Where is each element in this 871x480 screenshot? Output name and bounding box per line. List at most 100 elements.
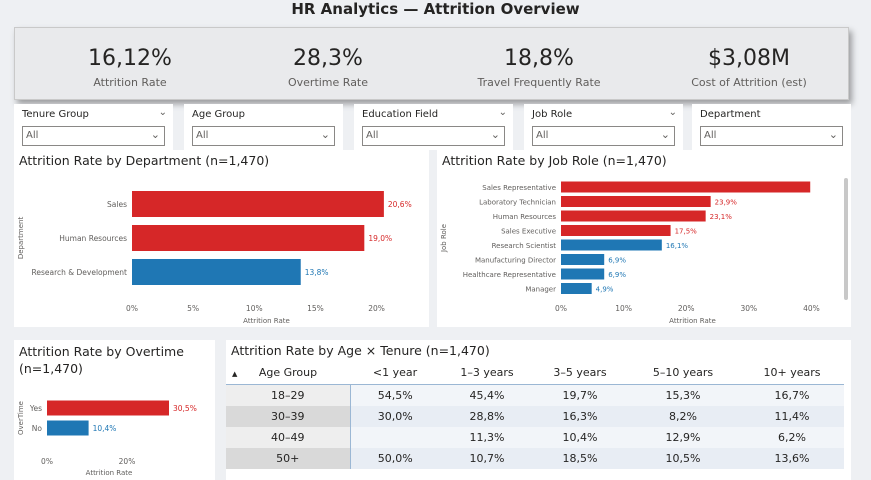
kpi-card: 16,12% Attrition Rate 28,3% Overtime Rat… (14, 27, 849, 100)
x-axis-label: Attrition Rate (86, 469, 133, 477)
chevron-down-icon[interactable]: ⌄ (491, 128, 500, 141)
slicer-value: All (196, 130, 209, 141)
category-label: Healthcare Representative (463, 271, 556, 279)
matrix-column-header[interactable]: 1–3 years (440, 360, 534, 385)
matrix-title: Attrition Rate by Age × Tenure (n=1,470) (231, 343, 490, 358)
sort-ascending-icon[interactable]: ▲ (232, 370, 237, 378)
chevron-down-icon[interactable]: ⌄ (661, 128, 670, 141)
category-label: Human Resources (59, 234, 127, 243)
matrix-header-row: ▲ Age Group <1 year 1–3 years 3–5 years … (226, 360, 844, 385)
bar (561, 239, 662, 251)
category-label: No (32, 424, 43, 433)
chevron-down-icon[interactable]: ⌄ (159, 107, 167, 118)
kpi-label: Cost of Attrition (est) (691, 76, 807, 89)
matrix-cell: 54,5% (349, 384, 440, 406)
slicer-dropdown[interactable]: All ⌄ (362, 126, 505, 146)
slicer-value: All (26, 130, 39, 141)
chevron-down-icon[interactable]: ⌄ (151, 128, 160, 141)
matrix-row-label: 40–49 (226, 427, 350, 448)
matrix-cell: 18,5% (534, 448, 626, 469)
x-axis-label: Attrition Rate (669, 317, 716, 325)
page-title: HR Analytics — Attrition Overview (291, 0, 580, 18)
bar (561, 181, 811, 193)
department-bar-chart: 0% 5% 10% 15% 20% Attrition Rate Department Sal… (17, 191, 412, 325)
bar (132, 225, 365, 251)
slicer-education-field[interactable]: Education Field ⌄ All ⌄ (354, 104, 513, 150)
data-label: 20,6% (388, 200, 412, 209)
slicer-value: All (704, 130, 717, 141)
slicer-dropdown[interactable]: All ⌄ (192, 126, 335, 146)
scrollbar[interactable] (844, 178, 848, 300)
category-label: Laboratory Technician (479, 199, 556, 207)
category-label: Manufacturing Director (475, 257, 556, 265)
slicer-department[interactable]: Department All ⌄ (692, 104, 851, 150)
slicer-value: All (366, 130, 379, 141)
y-axis-label: Department (17, 217, 25, 260)
matrix-cell: 10,7% (440, 448, 534, 469)
matrix-row-header[interactable]: ▲ Age Group (226, 360, 350, 385)
chevron-down-icon[interactable]: ⌄ (321, 128, 330, 141)
x-axis-label: Attrition Rate (243, 317, 290, 325)
matrix-row-label: 30–39 (226, 406, 350, 427)
y-axis-label: OverTime (17, 401, 25, 435)
x-tick-label: 0% (41, 457, 53, 466)
jobrole-bar-chart: 0% 10% 20% 30% 40% Attrition Rate Job Role Sale… (440, 181, 820, 325)
matrix-cell: 11,3% (440, 427, 534, 448)
slicer-dropdown[interactable]: All ⌄ (532, 126, 675, 146)
category-label: Yes (29, 404, 42, 413)
x-tick-label: 10% (615, 304, 632, 313)
matrix-cell: 19,7% (534, 384, 626, 406)
category-label: Manager (525, 286, 556, 294)
bar (561, 283, 592, 294)
matrix-column-header[interactable]: 5–10 years (626, 360, 740, 385)
slicer-label: Age Group (192, 109, 245, 120)
slicer-label: Tenure Group (22, 109, 89, 120)
chevron-down-icon[interactable]: ⌄ (499, 107, 507, 118)
age-tenure-matrix-panel: Attrition Rate by Age × Tenure (n=1,470)… (226, 340, 851, 480)
slicer-job-role[interactable]: Job Role ⌄ All ⌄ (524, 104, 683, 150)
matrix-cell: 8,2% (626, 406, 740, 427)
x-tick-label: 15% (307, 304, 324, 313)
category-label: Sales (107, 200, 127, 209)
slicer-age-group[interactable]: Age Group All ⌄ (184, 104, 343, 150)
x-tick-label: 30% (741, 304, 758, 313)
slicer-label: Department (700, 109, 761, 120)
matrix-cell: 50,0% (349, 448, 440, 469)
data-label: 10,4% (93, 424, 117, 433)
bar (561, 254, 605, 265)
matrix-cell: 13,6% (740, 448, 844, 469)
x-tick-label: 20% (119, 457, 136, 466)
matrix-row: 50+ 50,0% 10,7% 18,5% 10,5% 13,6% (226, 448, 844, 469)
bar (47, 420, 89, 436)
slicer-dropdown[interactable]: All ⌄ (700, 126, 843, 146)
kpi-travel-rate: 18,8% Travel Frequently Rate (439, 28, 639, 89)
matrix-cell: 30,0% (349, 406, 440, 427)
kpi-cost-of-attrition: $3,08M Cost of Attrition (est) (649, 28, 849, 89)
jobrole-chart-panel: Attrition Rate by Job Role (n=1,470) 0% 1… (437, 150, 851, 327)
kpi-label: Overtime Rate (287, 76, 369, 89)
matrix-column-header[interactable]: <1 year (350, 360, 440, 385)
slicer-label: Education Field (362, 109, 439, 120)
matrix-row-label: 50+ (226, 448, 350, 469)
chevron-down-icon[interactable]: ⌄ (829, 128, 838, 141)
kpi-value: 16,12% (88, 46, 172, 71)
matrix-cell: 6,2% (740, 427, 844, 448)
slicer-dropdown[interactable]: All ⌄ (22, 126, 165, 146)
data-label: 4,9% (596, 286, 614, 294)
data-label: 23,1% (710, 213, 733, 221)
chevron-down-icon[interactable]: ⌄ (669, 107, 677, 118)
matrix-column-header[interactable]: 3–5 years (534, 360, 626, 385)
matrix-cell: 10,4% (534, 427, 626, 448)
x-tick-label: 20% (368, 304, 385, 313)
x-tick-label: 0% (126, 304, 138, 313)
kpi-value: $3,08M (708, 46, 790, 71)
matrix-cell: 28,8% (440, 406, 534, 427)
matrix-column-header[interactable]: 10+ years (740, 360, 844, 385)
matrix-cell: 15,3% (626, 384, 740, 406)
column-header-label: Age Group (258, 365, 318, 379)
kpi-attrition-rate: 16,12% Attrition Rate (30, 28, 230, 89)
slicer-tenure-group[interactable]: Tenure Group ⌄ All ⌄ (14, 104, 173, 150)
matrix-cell: 16,7% (740, 384, 844, 406)
data-label: 6,9% (608, 257, 626, 265)
bar (132, 259, 301, 285)
